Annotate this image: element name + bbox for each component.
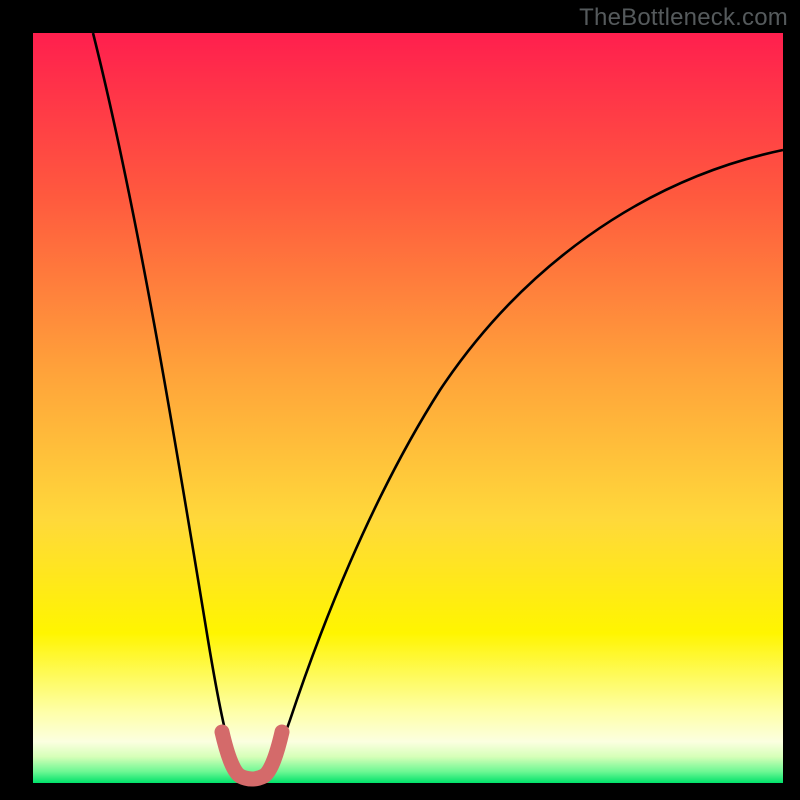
chart-plot-area (33, 33, 783, 783)
bottleneck-chart (0, 0, 800, 800)
chart-stage: TheBottleneck.com (0, 0, 800, 800)
attribution-watermark: TheBottleneck.com (579, 4, 788, 32)
